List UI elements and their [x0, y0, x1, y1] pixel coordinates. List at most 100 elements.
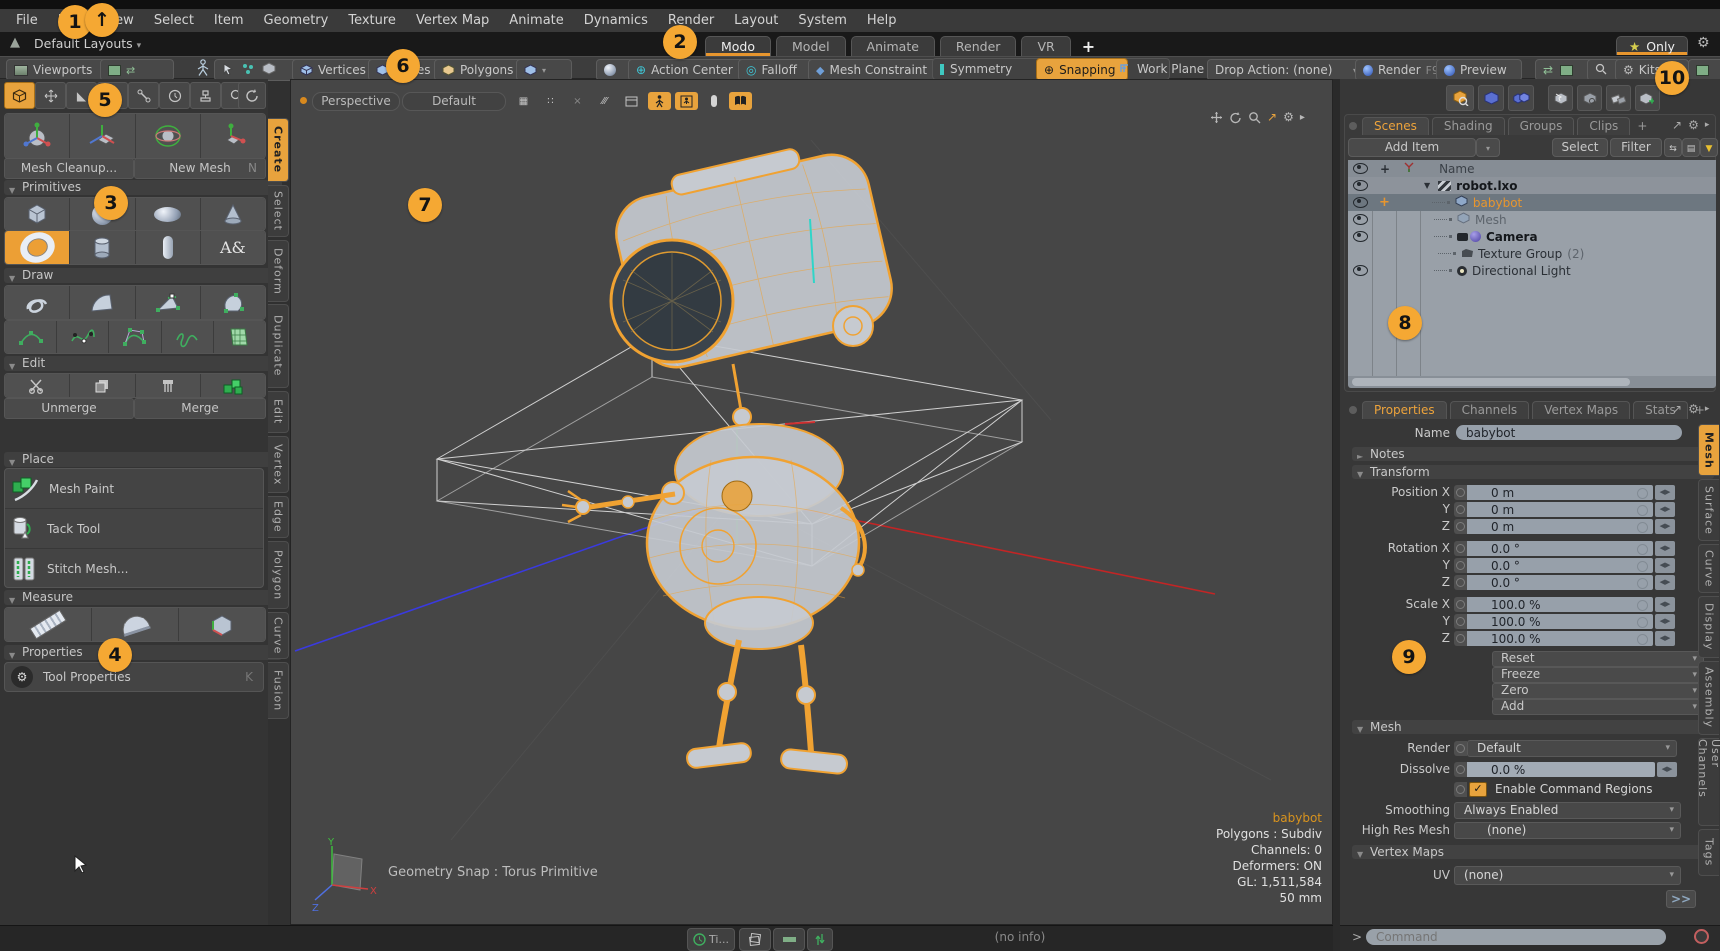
properties-section-header[interactable]: ▼Properties — [4, 645, 282, 660]
funnel-icon-button[interactable]: ▼ — [1700, 138, 1718, 157]
layers-button[interactable] — [739, 928, 771, 951]
menu-geometry[interactable]: Geometry — [254, 13, 339, 28]
left-tab-edge[interactable]: Edge — [268, 496, 289, 538]
reset-button[interactable]: Reset▾ — [1492, 651, 1704, 667]
tree-row-mesh[interactable]: Mesh — [1348, 211, 1716, 228]
new-mesh-button[interactable]: New MeshN — [134, 158, 266, 179]
enable-command-regions-checkbox[interactable]: ✓ — [1469, 782, 1487, 797]
tab-shading[interactable]: Shading — [1432, 117, 1505, 135]
mini-slider-arrows[interactable]: ◀▶ — [1655, 631, 1675, 646]
mesh-items-filter-button[interactable] — [1478, 85, 1504, 111]
rotation-x-field[interactable]: 0.0 ° — [1467, 541, 1653, 556]
channel-dot[interactable] — [1454, 519, 1467, 534]
props-collapse-dot[interactable] — [1349, 406, 1357, 414]
tab-properties[interactable]: Properties — [1362, 401, 1447, 419]
layout-gear-icon[interactable]: ⚙ — [1697, 35, 1710, 51]
tab-scenes[interactable]: Scenes — [1362, 117, 1429, 135]
menu-vertex-map[interactable]: Vertex Map — [406, 13, 499, 28]
action-center-button[interactable]: ⊕Action Center — [628, 59, 748, 81]
drop-action-dropdown[interactable]: Drop Action: (none)▾ — [1207, 59, 1365, 81]
work-plane-button[interactable]: Work Plane — [1120, 60, 1204, 78]
menu-render[interactable]: Render — [658, 13, 724, 28]
mini-slider-arrows[interactable]: ◀▶ — [1655, 597, 1675, 612]
scale-z-field[interactable]: 100.0 % — [1467, 631, 1653, 646]
zero-button[interactable]: Zero▾ — [1492, 683, 1704, 699]
mini-slider-arrows[interactable]: ◀▶ — [1655, 519, 1675, 534]
menu-help[interactable]: Help — [857, 13, 907, 28]
channel-dot[interactable] — [1454, 741, 1467, 756]
select-item-tool-button[interactable] — [1548, 85, 1573, 111]
tab-model[interactable]: Model — [776, 36, 846, 56]
notes-section-header[interactable]: ►Notes — [1352, 447, 1714, 461]
right-tab-curve[interactable]: Curve — [1698, 544, 1719, 593]
tab-clips[interactable]: Clips — [1577, 117, 1630, 135]
3d-scene[interactable] — [291, 80, 1332, 924]
add-tab-button[interactable]: + — [1082, 37, 1095, 56]
add-button[interactable]: Add▾ — [1492, 699, 1704, 715]
right-tab-user-channels[interactable]: User Channels — [1698, 738, 1719, 826]
display-bars-button[interactable] — [773, 928, 805, 951]
layout-up-icon[interactable]: ▲ — [10, 35, 20, 50]
mesh-constraint-button[interactable]: ◆Mesh Constraint — [808, 59, 942, 81]
spline-tool[interactable] — [109, 321, 161, 353]
merge-button[interactable]: Merge — [134, 398, 266, 419]
channel-dot[interactable] — [1454, 502, 1467, 517]
position-x-field[interactable]: 0 m — [1467, 485, 1653, 500]
symmetry-button[interactable]: Symmetry — [940, 60, 1012, 78]
mini-slider-arrows[interactable]: ◀▶ — [1655, 541, 1675, 556]
timeline-button[interactable]: Ti... — [687, 928, 735, 951]
viewports-button[interactable]: Viewports — [6, 59, 110, 81]
mesh-section-header[interactable]: ▼Mesh — [1352, 720, 1714, 734]
torus-primitive-tool-active[interactable] — [5, 231, 70, 264]
scrollbar-thumb[interactable] — [1352, 378, 1630, 386]
paste-tool[interactable] — [136, 374, 201, 397]
tree-row-camera[interactable]: Camera — [1348, 228, 1716, 245]
scale-y-field[interactable]: 100.0 % — [1467, 614, 1653, 629]
mesh-cleanup-button[interactable]: Mesh Cleanup... — [4, 158, 134, 179]
unmerge-button[interactable]: Unmerge — [4, 398, 134, 419]
left-tab-fusion[interactable]: Fusion — [268, 662, 289, 719]
channel-dot[interactable] — [1454, 631, 1467, 646]
menu-system[interactable]: System — [788, 13, 856, 28]
cut-tool[interactable] — [5, 374, 70, 397]
vertex-maps-section-header[interactable]: ▼Vertex Maps — [1352, 845, 1714, 859]
arc-tool[interactable] — [5, 321, 57, 353]
viewport-layout-buttons[interactable]: ⇄ — [100, 59, 174, 81]
eraser-tool-button[interactable] — [1606, 85, 1631, 111]
hierarchy-icon-button[interactable]: ⇆ — [1664, 138, 1682, 157]
eye-icon[interactable] — [1353, 214, 1368, 225]
draw-section-header[interactable]: ▼Draw — [4, 268, 282, 283]
left-tab-polygon[interactable]: Polygon — [268, 541, 289, 609]
left-tab-deform[interactable]: Deform — [268, 240, 289, 302]
panel-divider[interactable] — [1333, 79, 1340, 951]
channel-dot[interactable] — [1454, 558, 1467, 573]
dissolve-slider-field[interactable]: 0.0 % — [1467, 762, 1655, 777]
menu-texture[interactable]: Texture — [338, 13, 406, 28]
mini-slider-arrows[interactable]: ◀▶ — [1655, 614, 1675, 629]
item-mode-icon[interactable] — [196, 59, 210, 80]
left-tab-duplicate[interactable]: Duplicate — [268, 304, 289, 388]
freeze-button[interactable]: Freeze▾ — [1492, 667, 1704, 683]
render-dropdown[interactable]: Default▾ — [1467, 740, 1677, 757]
angle-tool[interactable] — [92, 608, 179, 641]
cylinder-primitive-tool[interactable] — [70, 231, 135, 264]
default-layouts-dropdown[interactable]: Default Layouts ▾ — [34, 36, 141, 51]
capsule-primitive-tool[interactable] — [136, 231, 201, 264]
menu-animate[interactable]: Animate — [499, 13, 573, 28]
mini-slider-arrows[interactable]: ◀▶ — [1655, 558, 1675, 573]
add-list-tab[interactable]: + — [1633, 119, 1651, 133]
channel-dot[interactable] — [1454, 485, 1467, 500]
locator-search-button[interactable] — [1446, 85, 1474, 111]
sort-arrows-button[interactable] — [807, 928, 833, 951]
high-res-mesh-dropdown[interactable]: (none)▾ — [1454, 822, 1681, 839]
right-tab-display[interactable]: Display — [1698, 596, 1719, 658]
only-toggle-button[interactable]: ★ Only — [1616, 36, 1688, 55]
select-button[interactable]: Select — [1552, 138, 1608, 157]
stitch-mesh-tool[interactable]: Stitch Mesh... — [5, 549, 263, 589]
skeleton-tool-button[interactable] — [128, 82, 159, 109]
tab-channels[interactable]: Channels — [1450, 401, 1530, 419]
left-tab-curve[interactable]: Curve — [268, 612, 289, 659]
tab-groups[interactable]: Groups — [1508, 117, 1575, 135]
copy-tool[interactable] — [70, 374, 135, 397]
mini-slider-arrows[interactable]: ◀▶ — [1657, 762, 1677, 777]
